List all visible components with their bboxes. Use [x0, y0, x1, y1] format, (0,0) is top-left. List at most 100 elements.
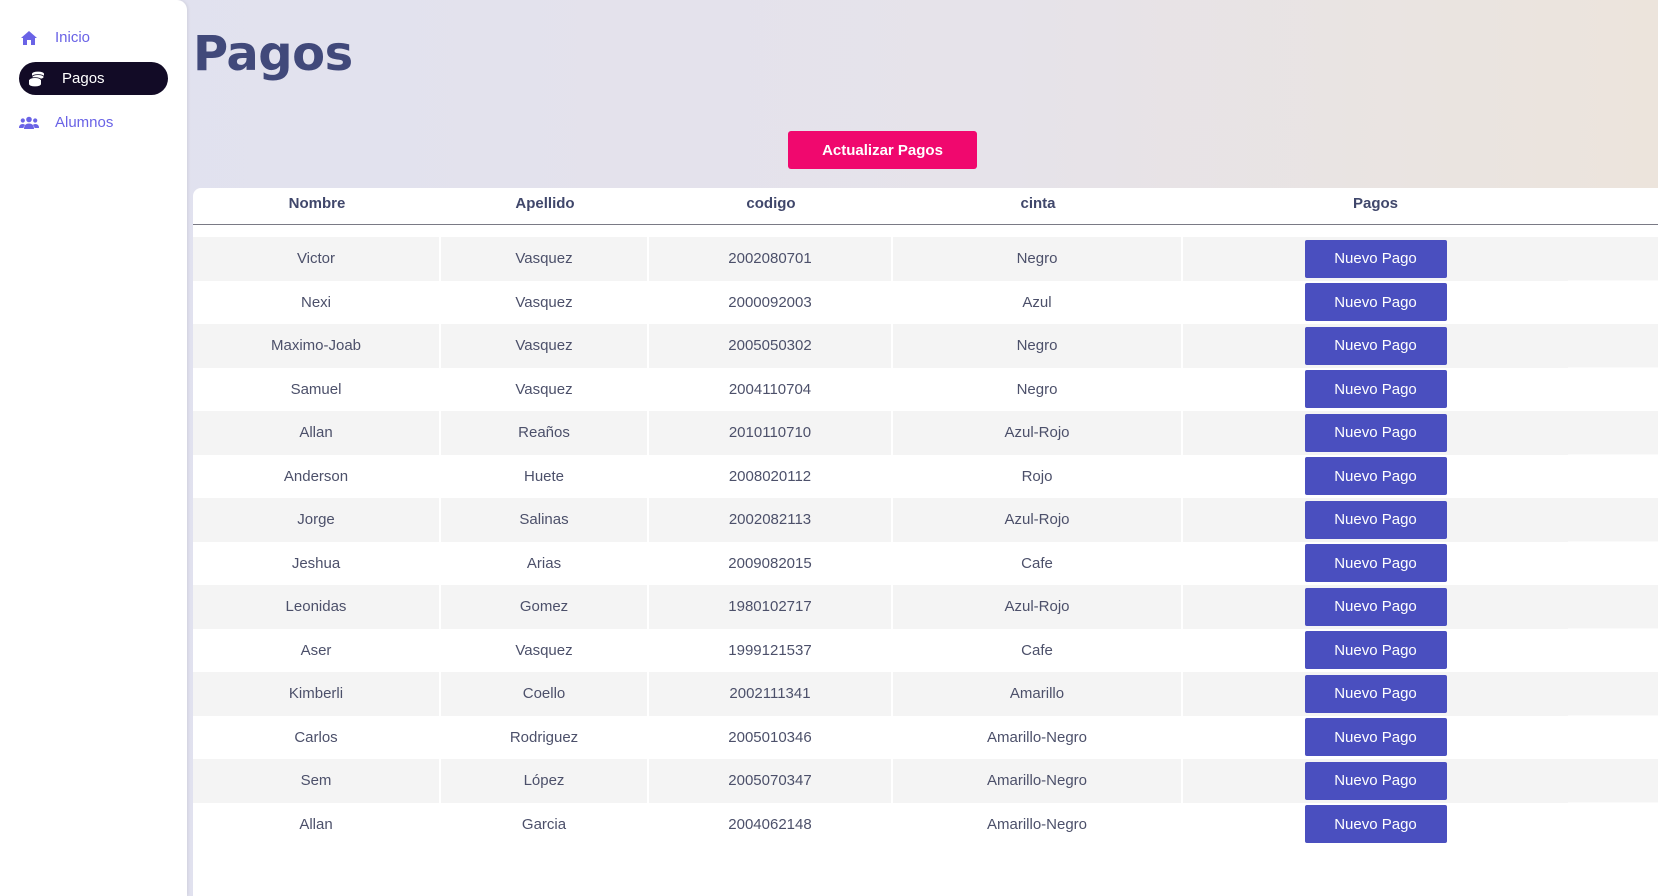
column-header-codigo: codigo	[649, 188, 893, 225]
cell-pagos: Nuevo Pago	[1183, 367, 1568, 411]
nuevo-pago-button[interactable]: Nuevo Pago	[1304, 457, 1447, 496]
page-title: Pagos	[193, 26, 353, 82]
cell-cinta: Azul-Rojo	[893, 498, 1183, 542]
cell-codigo: 2005050302	[649, 324, 893, 368]
nuevo-pago-button[interactable]: Nuevo Pago	[1304, 283, 1447, 322]
cell-codigo: 2002111341	[649, 672, 893, 716]
cell-cinta: Amarillo	[893, 672, 1183, 716]
cell-apellido: Reaños	[441, 411, 649, 455]
cell-pagos: Nuevo Pago	[1183, 802, 1568, 846]
cell-pagos: Nuevo Pago	[1183, 541, 1568, 585]
sidebar-item-label: Inicio	[55, 29, 91, 46]
nuevo-pago-button[interactable]: Nuevo Pago	[1304, 544, 1447, 583]
cell-cinta: Azul-Rojo	[893, 411, 1183, 455]
table-row: Anderson Huete 2008020112 Rojo Nuevo Pago	[193, 454, 1568, 498]
column-header-nombre: Nombre	[193, 188, 441, 225]
cell-nombre: Jorge	[193, 498, 441, 542]
nuevo-pago-button[interactable]: Nuevo Pago	[1304, 718, 1447, 757]
cell-pagos: Nuevo Pago	[1183, 237, 1568, 281]
cell-pagos: Nuevo Pago	[1183, 628, 1568, 672]
nuevo-pago-button[interactable]: Nuevo Pago	[1304, 631, 1447, 670]
cell-nombre: Allan	[193, 411, 441, 455]
payments-table-container: Nombre Apellido codigo cinta Pagos Victo…	[193, 188, 1658, 896]
cell-codigo: 2010110710	[649, 411, 893, 455]
cell-apellido: Vasquez	[441, 367, 649, 411]
cell-nombre: Leonidas	[193, 585, 441, 629]
cell-apellido: Coello	[441, 672, 649, 716]
cell-apellido: Salinas	[441, 498, 649, 542]
table-row: Maximo-Joab Vasquez 2005050302 Negro Nuevo P…	[193, 324, 1568, 368]
table-row: Jeshua Arias 2009082015 Cafe Nuevo Pago	[193, 541, 1568, 585]
nuevo-pago-button[interactable]: Nuevo Pago	[1304, 761, 1447, 800]
sidebar: Inicio Pagos Alumnos	[0, 0, 187, 896]
nuevo-pago-button[interactable]: Nuevo Pago	[1304, 413, 1447, 452]
table-row: Allan Reaños 2010110710 Azul-Rojo Nuevo Pago	[193, 411, 1568, 455]
cell-codigo: 2002082113	[649, 498, 893, 542]
table-row: Aser Vasquez 1999121537 Cafe Nuevo Pago	[193, 628, 1568, 672]
table-spacer	[193, 225, 1568, 237]
cell-nombre: Kimberli	[193, 672, 441, 716]
cell-nombre: Anderson	[193, 454, 441, 498]
cell-codigo: 1999121537	[649, 628, 893, 672]
table-row: Sem López 2005070347 Amarillo-Negro Nuevo Pa…	[193, 759, 1568, 803]
cell-cinta: Amarillo-Negro	[893, 802, 1183, 846]
cell-apellido: Rodriguez	[441, 715, 649, 759]
cell-codigo: 2005010346	[649, 715, 893, 759]
cell-nombre: Allan	[193, 802, 441, 846]
actualizar-pagos-button[interactable]: Actualizar Pagos	[788, 131, 977, 169]
cell-codigo: 2002080701	[649, 237, 893, 281]
cell-codigo: 2004110704	[649, 367, 893, 411]
table-row: Allan Garcia 2004062148 Amarillo-Negro Nuevo…	[193, 802, 1568, 846]
sidebar-item-label: Pagos	[62, 70, 105, 87]
cell-pagos: Nuevo Pago	[1183, 324, 1568, 368]
cell-codigo: 2000092003	[649, 280, 893, 324]
sidebar-item-pagos[interactable]: Pagos	[19, 62, 168, 95]
cell-pagos: Nuevo Pago	[1183, 715, 1568, 759]
cell-cinta: Amarillo-Negro	[893, 759, 1183, 803]
cell-pagos: Nuevo Pago	[1183, 672, 1568, 716]
table-row: Jorge Salinas 2002082113 Azul-Rojo Nuevo Pag…	[193, 498, 1568, 542]
cell-nombre: Victor	[193, 237, 441, 281]
sidebar-item-label: Alumnos	[55, 114, 114, 131]
cell-pagos: Nuevo Pago	[1183, 498, 1568, 542]
cell-cinta: Amarillo-Negro	[893, 715, 1183, 759]
cell-apellido: Vasquez	[441, 280, 649, 324]
sidebar-item-alumnos[interactable]: Alumnos	[19, 106, 113, 139]
cell-pagos: Nuevo Pago	[1183, 411, 1568, 455]
table-row: Leonidas Gomez 1980102717 Azul-Rojo Nuevo Pa…	[193, 585, 1568, 629]
sidebar-item-inicio[interactable]: Inicio	[19, 21, 90, 54]
cell-apellido: López	[441, 759, 649, 803]
table-row: Samuel Vasquez 2004110704 Negro Nuevo Pago	[193, 367, 1568, 411]
cell-apellido: Garcia	[441, 802, 649, 846]
cell-apellido: Huete	[441, 454, 649, 498]
cell-cinta: Rojo	[893, 454, 1183, 498]
cell-nombre: Carlos	[193, 715, 441, 759]
cell-codigo: 1980102717	[649, 585, 893, 629]
cell-pagos: Nuevo Pago	[1183, 454, 1568, 498]
nuevo-pago-button[interactable]: Nuevo Pago	[1304, 326, 1447, 365]
cell-apellido: Gomez	[441, 585, 649, 629]
cell-codigo: 2004062148	[649, 802, 893, 846]
cell-nombre: Jeshua	[193, 541, 441, 585]
nuevo-pago-button[interactable]: Nuevo Pago	[1304, 587, 1447, 626]
users-icon	[19, 114, 39, 132]
column-header-pagos: Pagos	[1183, 188, 1568, 225]
cell-cinta: Negro	[893, 324, 1183, 368]
cell-pagos: Nuevo Pago	[1183, 759, 1568, 803]
table-header-row: Nombre Apellido codigo cinta Pagos	[193, 188, 1568, 225]
cell-pagos: Nuevo Pago	[1183, 280, 1568, 324]
cell-pagos: Nuevo Pago	[1183, 585, 1568, 629]
cell-cinta: Azul-Rojo	[893, 585, 1183, 629]
cell-nombre: Sem	[193, 759, 441, 803]
nuevo-pago-button[interactable]: Nuevo Pago	[1304, 500, 1447, 539]
nuevo-pago-button[interactable]: Nuevo Pago	[1304, 674, 1447, 713]
nuevo-pago-button[interactable]: Nuevo Pago	[1304, 239, 1447, 278]
coins-icon	[27, 70, 47, 88]
nuevo-pago-button[interactable]: Nuevo Pago	[1304, 805, 1447, 844]
table-row: Victor Vasquez 2002080701 Negro Nuevo Pago	[193, 237, 1568, 281]
cell-nombre: Samuel	[193, 367, 441, 411]
table-row: Kimberli Coello 2002111341 Amarillo Nuevo Pa…	[193, 672, 1568, 716]
cell-codigo: 2005070347	[649, 759, 893, 803]
cell-apellido: Vasquez	[441, 237, 649, 281]
nuevo-pago-button[interactable]: Nuevo Pago	[1304, 370, 1447, 409]
